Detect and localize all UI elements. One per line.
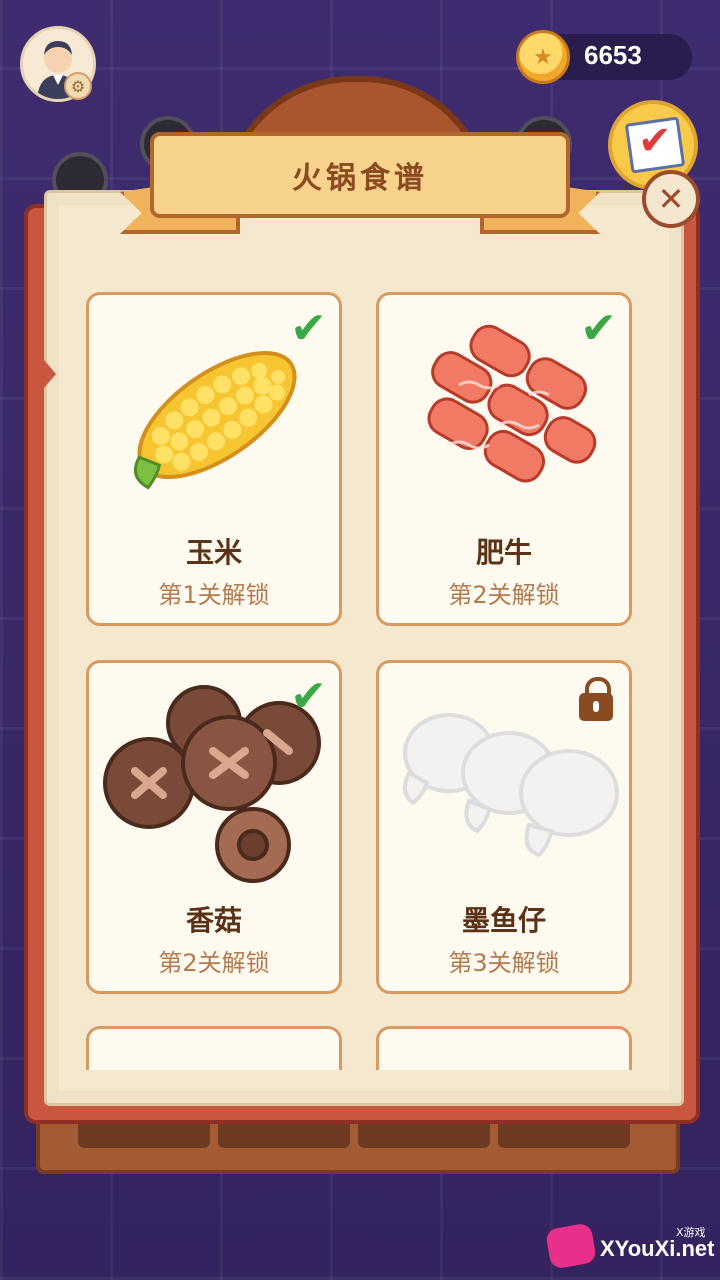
book-slot xyxy=(358,1120,490,1148)
recipe-card-beef[interactable]: ✔ 肥牛 第2关解锁 xyxy=(376,292,632,626)
card-name: 玉米 xyxy=(185,536,242,569)
book-slot xyxy=(78,1120,210,1148)
card-unlock-text: 第1关解锁 xyxy=(158,581,270,609)
card-unlock-text: 第2关解锁 xyxy=(448,581,560,609)
card-name: 墨鱼仔 xyxy=(461,904,546,937)
unlocked-check-icon: ✔ xyxy=(290,671,327,722)
unlocked-check-icon: ✔ xyxy=(580,303,617,354)
book-slot xyxy=(498,1120,630,1148)
recipe-card-corn[interactable]: ✔ 玉米 第1关解锁 xyxy=(86,292,342,626)
title-banner: 火锅食谱 xyxy=(150,132,570,218)
lock-icon xyxy=(579,677,613,721)
coin-amount: 6653 xyxy=(584,40,642,70)
close-button[interactable]: ✕ xyxy=(642,170,700,228)
task-check-icon: ✔ xyxy=(638,118,672,164)
page-notch xyxy=(44,360,56,388)
card-name: 香菇 xyxy=(185,904,242,937)
card-unlock-text: 第3关解锁 xyxy=(448,949,560,977)
recipe-card-mushroom[interactable]: ✔ 香菇 第2关解锁 xyxy=(86,660,342,994)
close-icon: ✕ xyxy=(657,180,685,218)
watermark-brand: XYouXi.net xyxy=(600,1236,715,1261)
page-title: 火锅食谱 xyxy=(292,161,428,196)
settings-gear-icon[interactable]: ⚙ xyxy=(64,72,92,100)
recipe-card-squid[interactable]: 墨鱼仔 第3关解锁 xyxy=(376,660,632,994)
recipe-card-partial[interactable] xyxy=(376,1026,632,1070)
coin-icon: ★ xyxy=(516,30,570,84)
card-name: 肥牛 xyxy=(475,536,532,569)
book-slot xyxy=(218,1120,350,1148)
recipe-card-partial[interactable] xyxy=(86,1026,342,1070)
unlocked-check-icon: ✔ xyxy=(290,303,327,354)
card-unlock-text: 第2关解锁 xyxy=(158,949,270,977)
